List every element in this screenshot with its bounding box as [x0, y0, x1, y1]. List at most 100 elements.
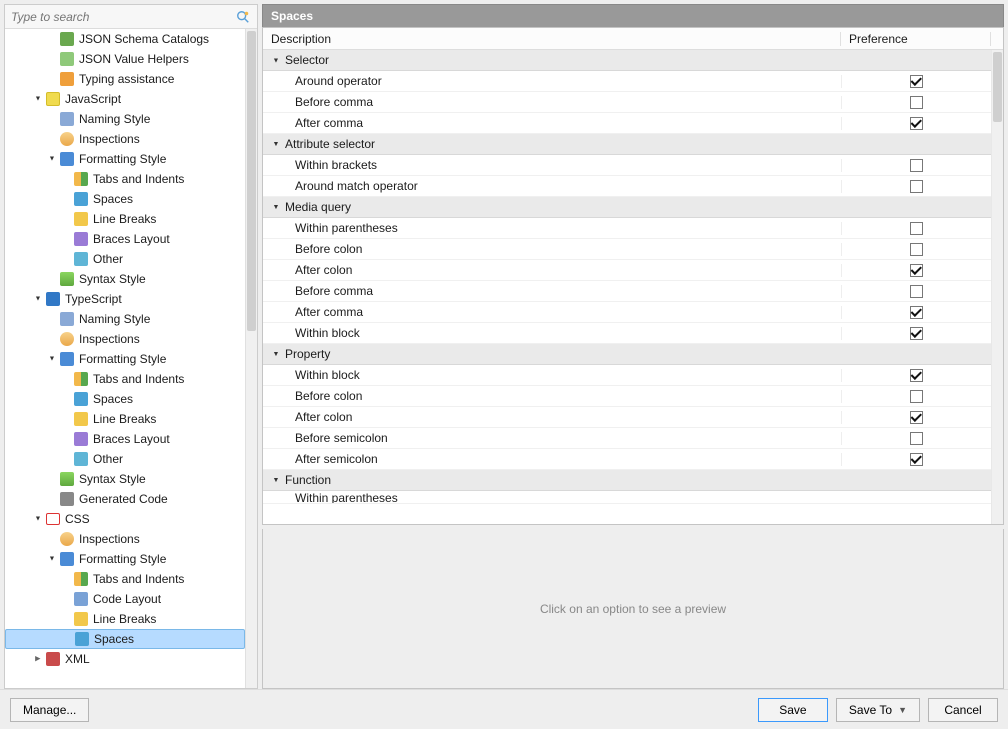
tree-item[interactable]: Line Breaks	[5, 209, 245, 229]
option-row[interactable]: Within parentheses	[263, 491, 991, 504]
option-checkbox[interactable]	[910, 159, 923, 172]
tree-item[interactable]: Formatting Style	[5, 549, 245, 569]
option-row[interactable]: After comma	[263, 113, 991, 134]
tree-item[interactable]: Spaces	[5, 389, 245, 409]
column-preference[interactable]: Preference	[841, 32, 991, 46]
grid-scrollbar[interactable]	[991, 50, 1003, 524]
option-row[interactable]: Before colon	[263, 239, 991, 260]
option-checkbox[interactable]	[910, 96, 923, 109]
tree-item[interactable]: Syntax Style	[5, 469, 245, 489]
option-group-header[interactable]: Function	[263, 470, 991, 491]
cancel-button[interactable]: Cancel	[928, 698, 998, 722]
tree-item[interactable]: Line Breaks	[5, 409, 245, 429]
tree-item[interactable]: Tabs and Indents	[5, 369, 245, 389]
tree-item[interactable]: Braces Layout	[5, 229, 245, 249]
tree-item[interactable]: Inspections	[5, 129, 245, 149]
tree-item[interactable]: Naming Style	[5, 309, 245, 329]
tree-item[interactable]: Tabs and Indents	[5, 569, 245, 589]
option-row[interactable]: Before comma	[263, 92, 991, 113]
option-row[interactable]: Around match operator	[263, 176, 991, 197]
tree-item[interactable]: TypeScript	[5, 289, 245, 309]
option-checkbox[interactable]	[910, 327, 923, 340]
tree-item[interactable]: Inspections	[5, 529, 245, 549]
tree-item[interactable]: XML	[5, 649, 245, 669]
tree-item[interactable]: Braces Layout	[5, 429, 245, 449]
option-row[interactable]: Within parentheses	[263, 218, 991, 239]
grid-scrollbar-thumb[interactable]	[993, 52, 1002, 122]
tree-item[interactable]: Other	[5, 449, 245, 469]
option-row[interactable]: After colon	[263, 260, 991, 281]
option-row[interactable]: After semicolon	[263, 449, 991, 470]
tree-item[interactable]: Inspections	[5, 329, 245, 349]
settings-tree[interactable]: JSON Schema CatalogsJSON Value HelpersTy…	[5, 29, 245, 688]
option-label: Before colon	[295, 242, 362, 256]
option-row[interactable]: After comma	[263, 302, 991, 323]
tree-item[interactable]: Spaces	[5, 629, 245, 649]
search-input[interactable]	[11, 10, 235, 24]
tree-item[interactable]: Naming Style	[5, 109, 245, 129]
option-checkbox[interactable]	[910, 453, 923, 466]
option-row[interactable]: Around operator	[263, 71, 991, 92]
tree-item[interactable]: Spaces	[5, 189, 245, 209]
tree-item[interactable]: JavaScript	[5, 89, 245, 109]
save-to-button[interactable]: Save To ▼	[836, 698, 920, 722]
column-description[interactable]: Description	[263, 32, 841, 46]
tree-item[interactable]: Formatting Style	[5, 349, 245, 369]
tree-item[interactable]: Code Layout	[5, 589, 245, 609]
tree-item[interactable]: Generated Code	[5, 489, 245, 509]
expand-arrow-icon[interactable]	[33, 294, 43, 304]
collapse-arrow-icon[interactable]	[269, 475, 283, 486]
tree-item[interactable]: CSS	[5, 509, 245, 529]
option-checkbox[interactable]	[910, 369, 923, 382]
expand-arrow-icon[interactable]	[47, 154, 57, 164]
option-group-header[interactable]: Property	[263, 344, 991, 365]
save-button[interactable]: Save	[758, 698, 828, 722]
collapse-arrow-icon[interactable]	[269, 55, 283, 66]
option-checkbox[interactable]	[910, 264, 923, 277]
option-checkbox[interactable]	[910, 243, 923, 256]
tree-item[interactable]: Other	[5, 249, 245, 269]
expand-arrow-icon[interactable]	[47, 354, 57, 364]
tree-item-label: Naming Style	[79, 312, 150, 326]
option-checkbox[interactable]	[910, 180, 923, 193]
option-checkbox[interactable]	[910, 432, 923, 445]
expand-arrow-icon[interactable]	[33, 514, 43, 524]
tree-item-label: Braces Layout	[93, 432, 170, 446]
tree-item[interactable]: JSON Value Helpers	[5, 49, 245, 69]
option-row[interactable]: Before comma	[263, 281, 991, 302]
tree-item[interactable]: Syntax Style	[5, 269, 245, 289]
tree-item-icon	[73, 191, 89, 207]
option-row[interactable]: Within brackets	[263, 155, 991, 176]
expand-arrow-icon[interactable]	[47, 554, 57, 564]
manage-button[interactable]: Manage...	[10, 698, 89, 722]
collapse-arrow-icon[interactable]	[269, 202, 283, 213]
tree-item[interactable]: JSON Schema Catalogs	[5, 29, 245, 49]
option-checkbox[interactable]	[910, 306, 923, 319]
expand-arrow-icon[interactable]	[33, 94, 43, 104]
option-row[interactable]: After colon	[263, 407, 991, 428]
option-checkbox[interactable]	[910, 390, 923, 403]
option-group-header[interactable]: Media query	[263, 197, 991, 218]
collapse-arrow-icon[interactable]	[269, 349, 283, 360]
option-checkbox[interactable]	[910, 285, 923, 298]
option-label: After comma	[295, 305, 363, 319]
tree-scrollbar[interactable]	[245, 29, 257, 688]
option-checkbox[interactable]	[910, 411, 923, 424]
option-group-header[interactable]: Attribute selector	[263, 134, 991, 155]
tree-scrollbar-thumb[interactable]	[247, 31, 256, 331]
option-group-header[interactable]: Selector	[263, 50, 991, 71]
tree-item[interactable]: Line Breaks	[5, 609, 245, 629]
expand-arrow-icon[interactable]	[33, 654, 43, 664]
search-icon[interactable]	[235, 9, 251, 25]
option-row[interactable]: Before semicolon	[263, 428, 991, 449]
option-row[interactable]: Before colon	[263, 386, 991, 407]
option-row[interactable]: Within block	[263, 323, 991, 344]
option-row[interactable]: Within block	[263, 365, 991, 386]
option-checkbox[interactable]	[910, 222, 923, 235]
tree-item[interactable]: Typing assistance	[5, 69, 245, 89]
collapse-arrow-icon[interactable]	[269, 139, 283, 150]
option-checkbox[interactable]	[910, 75, 923, 88]
option-checkbox[interactable]	[910, 117, 923, 130]
tree-item[interactable]: Tabs and Indents	[5, 169, 245, 189]
tree-item[interactable]: Formatting Style	[5, 149, 245, 169]
